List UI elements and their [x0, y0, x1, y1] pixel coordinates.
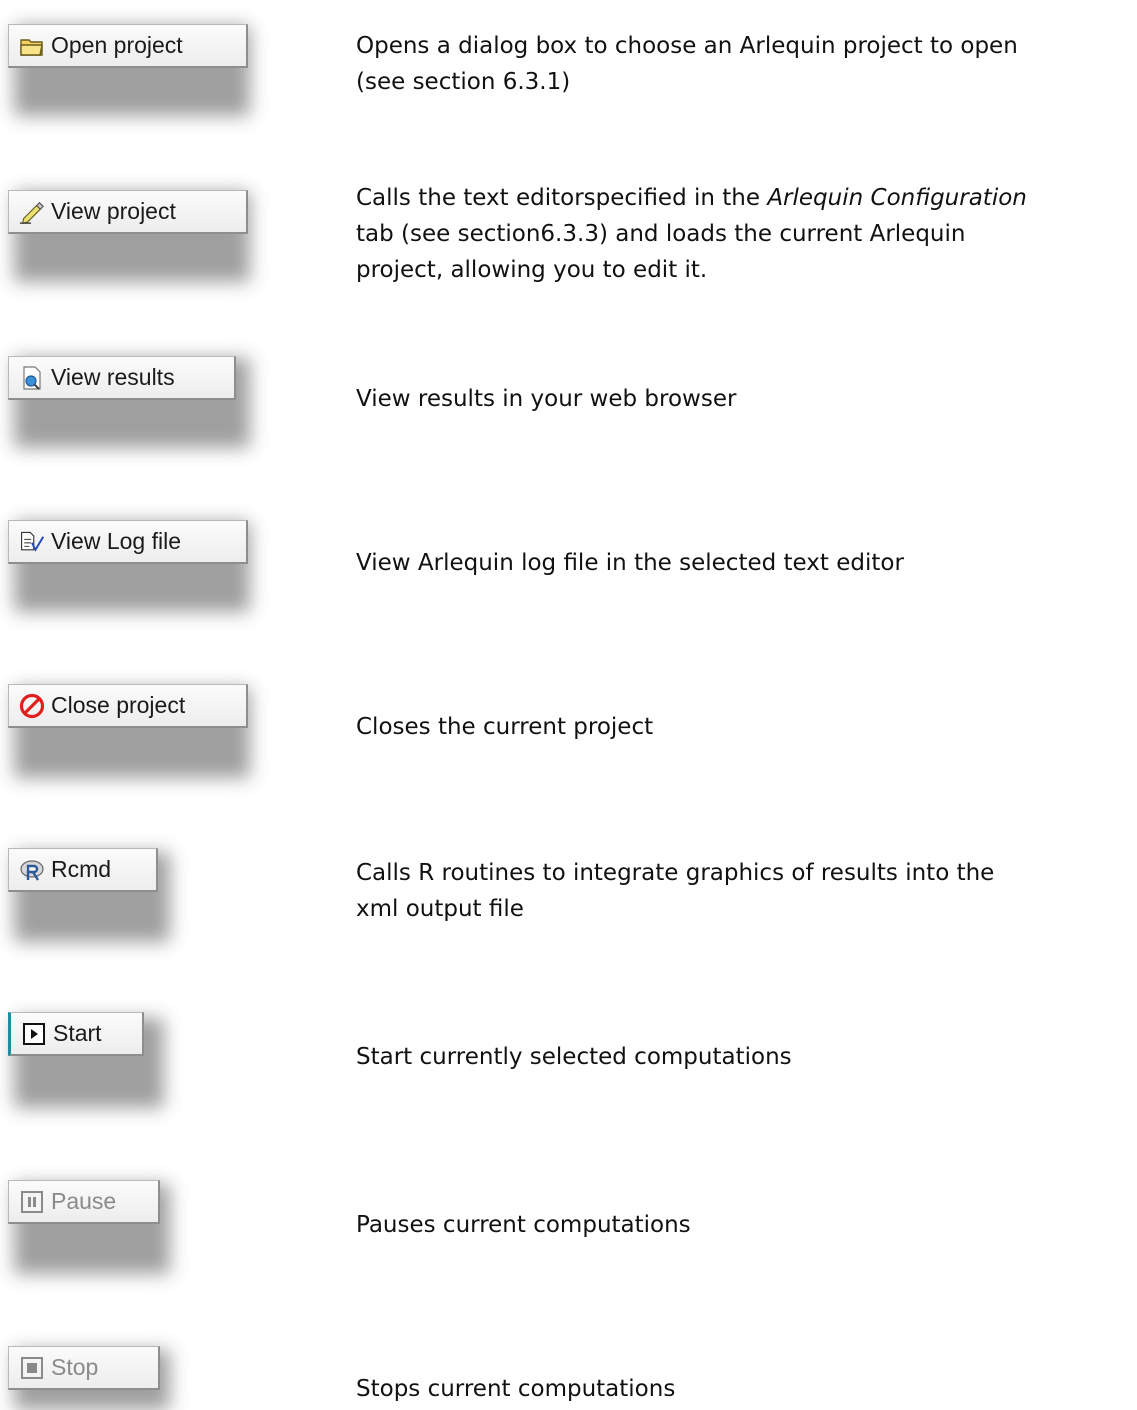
- start-button[interactable]: Start: [8, 1012, 144, 1056]
- play-icon: [21, 1021, 47, 1047]
- pause-description: Pauses current computations: [356, 1212, 691, 1238]
- prohibited-icon: [19, 693, 45, 719]
- view-log-file-button[interactable]: View Log file: [8, 520, 248, 564]
- rcmd-label: Rcmd: [51, 856, 112, 882]
- view-project-label: View project: [51, 198, 176, 224]
- start-description: Start currently selected computations: [356, 1044, 792, 1070]
- stop-description: Stops current computations: [356, 1376, 676, 1402]
- pause-button[interactable]: Pause: [8, 1180, 160, 1224]
- view-project-description: Calls the text editorspecified in the Ar…: [356, 185, 1027, 283]
- close-project-button[interactable]: Close project: [8, 684, 248, 728]
- open-project-button[interactable]: Open project: [8, 24, 248, 68]
- document-search-icon: [19, 365, 45, 391]
- view-log-file-description: View Arlequin log file in the selected t…: [356, 550, 904, 576]
- open-project-label: Open project: [51, 32, 183, 58]
- rcmd-description: Calls R routines to integrate graphics o…: [356, 860, 995, 922]
- view-results-description: View results in your web browser: [356, 386, 737, 412]
- pause-label: Pause: [51, 1188, 117, 1214]
- close-project-label: Close project: [51, 692, 186, 718]
- stop-label: Stop: [51, 1354, 99, 1380]
- open-project-description: Opens a dialog box to choose an Arlequin…: [356, 33, 1018, 95]
- folder-icon: [19, 33, 45, 59]
- view-log-file-label: View Log file: [51, 528, 181, 554]
- pause-icon: [19, 1189, 45, 1215]
- log-check-icon: [19, 529, 45, 555]
- view-results-label: View results: [51, 364, 175, 390]
- view-results-button[interactable]: View results: [8, 356, 236, 400]
- stop-icon: [19, 1355, 45, 1381]
- rcmd-button[interactable]: Rcmd: [8, 848, 158, 892]
- close-project-description: Closes the current project: [356, 714, 654, 740]
- pencil-icon: [19, 199, 45, 225]
- start-label: Start: [53, 1020, 102, 1046]
- stop-button[interactable]: Stop: [8, 1346, 160, 1390]
- r-logo-icon: [19, 857, 45, 883]
- view-project-button[interactable]: View project: [8, 190, 248, 234]
